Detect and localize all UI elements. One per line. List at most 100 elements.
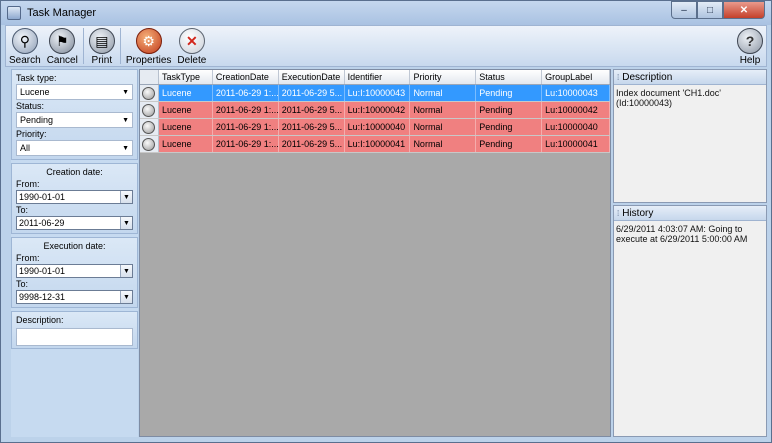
description-input[interactable] (16, 328, 133, 346)
chevron-down-icon[interactable]: ▼ (120, 291, 132, 303)
panel-grip-icon: ⁞ (617, 208, 620, 218)
column-header-status[interactable]: Status (476, 70, 543, 84)
execution-date-header: Execution date: (43, 241, 106, 251)
column-header-creationdate[interactable]: CreationDate (213, 70, 279, 84)
properties-label: Properties (125, 55, 172, 66)
cell-tasktype: Lucene (159, 119, 213, 135)
cell-tasktype: Lucene (159, 102, 213, 118)
column-header-identifier[interactable]: Identifier (345, 70, 411, 84)
cell-identifier: Lu:I:10000042 (345, 102, 411, 118)
title-bar: Task Manager – □ ✕ (1, 1, 771, 25)
history-panel-header: ⁞ History (614, 206, 766, 221)
table-row[interactable]: Lucene 2011-06-29 1:... 2011-06-29 5... … (140, 85, 610, 102)
chevron-down-icon[interactable]: ▼ (120, 191, 132, 203)
creation-from-value: 1990-01-01 (19, 192, 66, 202)
cell-status: Pending (476, 102, 543, 118)
window-controls: – □ ✕ (671, 1, 765, 19)
delete-button[interactable]: ✕ Delete (174, 26, 209, 66)
cell-executiondate: 2011-06-29 5... (279, 85, 345, 101)
print-button[interactable]: ▤ Print (86, 26, 118, 66)
creation-to-date-picker[interactable]: 2011-06-29 ▼ (16, 216, 133, 230)
cell-creationdate: 2011-06-29 1:... (213, 102, 279, 118)
task-status-icon (142, 138, 155, 151)
column-header-tasktype[interactable]: TaskType (159, 70, 213, 84)
creation-to-value: 2011-06-29 (19, 218, 65, 228)
cancel-label: Cancel (46, 55, 78, 66)
search-button[interactable]: ⚲ Search (6, 26, 44, 66)
cell-status: Pending (476, 136, 543, 152)
cell-tasktype: Lucene (159, 136, 213, 152)
status-label: Status: (16, 101, 45, 111)
chevron-down-icon: ▼ (122, 116, 129, 124)
chevron-down-icon: ▼ (122, 88, 129, 96)
cell-creationdate: 2011-06-29 1:... (213, 85, 279, 101)
cell-priority: Normal (410, 136, 477, 152)
table-row[interactable]: Lucene 2011-06-29 1:... 2011-06-29 5... … (140, 119, 610, 136)
creation-date-header: Creation date: (46, 167, 103, 177)
execution-to-value: 9998-12-31 (19, 292, 66, 302)
table-row[interactable]: Lucene 2011-06-29 1:... 2011-06-29 5... … (140, 136, 610, 153)
column-header-priority[interactable]: Priority (410, 70, 477, 84)
task-manager-window: Task Manager – □ ✕ ⚲ Search ⚑ Cancel ▤ P… (0, 0, 772, 443)
history-panel: ⁞ History 6/29/2011 4:03:07 AM: Going to… (613, 205, 767, 437)
cell-executiondate: 2011-06-29 5... (279, 119, 345, 135)
minimize-button[interactable]: – (671, 1, 697, 19)
cell-priority: Normal (410, 85, 477, 101)
row-status-cell (140, 102, 159, 118)
cell-identifier: Lu:I:10000043 (345, 85, 411, 101)
cell-grouplabel: Lu:10000042 (542, 102, 610, 118)
chevron-down-icon[interactable]: ▼ (120, 217, 132, 229)
execution-to-date-picker[interactable]: 9998-12-31 ▼ (16, 290, 133, 304)
table-row[interactable]: Lucene 2011-06-29 1:... 2011-06-29 5... … (140, 102, 610, 119)
cancel-icon: ⚑ (49, 28, 76, 54)
magnifier-icon: ⚲ (11, 28, 38, 54)
description-label: Description: (16, 315, 64, 325)
task-type-value: Lucene (20, 87, 50, 97)
creation-date-section: Creation date: From: 1990-01-01 ▼ To: 20… (11, 163, 138, 234)
task-filter-section: Task type: Lucene ▼ Status: Pending ▼ Pr… (11, 69, 138, 160)
cell-priority: Normal (410, 119, 477, 135)
cancel-button[interactable]: ⚑ Cancel (44, 26, 81, 66)
panel-grip-icon: ⁞ (617, 72, 620, 82)
help-button[interactable]: ? Help (734, 26, 766, 66)
description-line: (Id:10000043) (616, 98, 673, 108)
row-status-cell (140, 136, 159, 152)
description-panel-title: Description (622, 71, 673, 83)
help-label: Help (739, 55, 761, 66)
maximize-button[interactable]: □ (697, 1, 723, 19)
column-header-grouplabel[interactable]: GroupLabel (542, 70, 610, 84)
cell-status: Pending (476, 119, 543, 135)
task-status-icon (142, 104, 155, 117)
creation-from-date-picker[interactable]: 1990-01-01 ▼ (16, 190, 133, 204)
help-icon: ? (737, 28, 763, 54)
column-header-executiondate[interactable]: ExecutionDate (279, 70, 345, 84)
close-button[interactable]: ✕ (723, 1, 765, 19)
cell-grouplabel: Lu:10000041 (542, 136, 610, 152)
cell-status: Pending (476, 85, 543, 101)
cell-grouplabel: Lu:10000040 (542, 119, 610, 135)
grid-header: TaskType CreationDate ExecutionDate Iden… (140, 70, 610, 85)
execution-from-value: 1990-01-01 (19, 266, 66, 276)
chevron-down-icon[interactable]: ▼ (120, 265, 132, 277)
chevron-down-icon: ▼ (122, 144, 129, 152)
history-text: 6/29/2011 4:03:07 AM: Going to execute a… (616, 224, 748, 244)
filter-panel: Task type: Lucene ▼ Status: Pending ▼ Pr… (11, 69, 138, 437)
task-type-select[interactable]: Lucene ▼ (16, 84, 133, 100)
app-icon (7, 6, 21, 20)
row-header-corner (140, 70, 159, 84)
toolbar-separator (82, 28, 84, 64)
cell-creationdate: 2011-06-29 1:... (213, 136, 279, 152)
printer-icon: ▤ (88, 28, 115, 54)
row-status-cell (140, 85, 159, 101)
description-panel-header: ⁞ Description (614, 70, 766, 85)
execution-from-date-picker[interactable]: 1990-01-01 ▼ (16, 264, 133, 278)
description-panel: ⁞ Description Index document 'CH1.doc' (… (613, 69, 767, 203)
priority-select[interactable]: All ▼ (16, 140, 133, 156)
task-status-icon (142, 87, 155, 100)
description-line: Index document 'CH1.doc' (616, 88, 721, 98)
properties-button[interactable]: ⚙ Properties (123, 26, 175, 66)
status-select[interactable]: Pending ▼ (16, 112, 133, 128)
cell-executiondate: 2011-06-29 5... (279, 136, 345, 152)
cell-priority: Normal (410, 102, 477, 118)
execution-date-section: Execution date: From: 1990-01-01 ▼ To: 9… (11, 237, 138, 308)
